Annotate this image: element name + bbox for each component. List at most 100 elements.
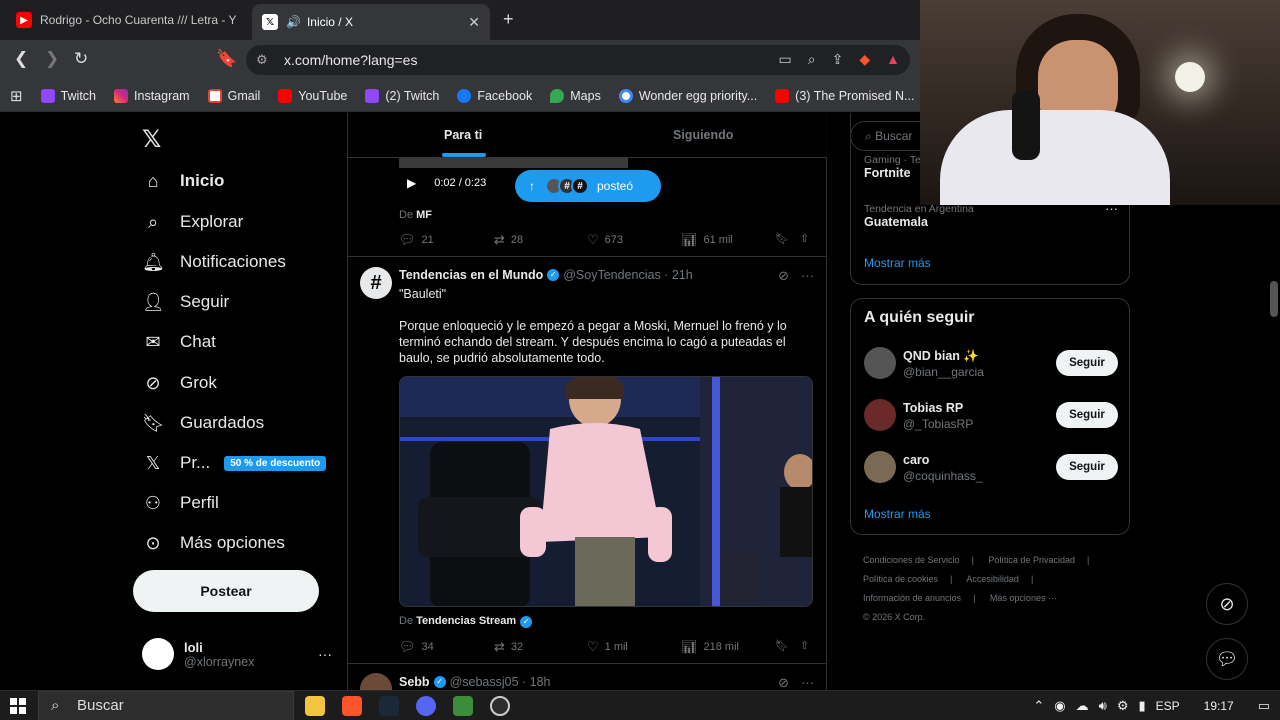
nav-explore[interactable]: ⌕ Explorar bbox=[142, 207, 243, 237]
bookmark-item[interactable]: Facebook bbox=[457, 88, 532, 103]
x-logo-icon[interactable]: 𝕏 bbox=[142, 125, 161, 154]
show-more-trends[interactable]: Mostrar más bbox=[864, 256, 931, 270]
like-button[interactable]: ♡ 673 bbox=[587, 232, 623, 248]
footer-terms[interactable]: Condiciones de Servicio bbox=[863, 555, 960, 565]
nav-follow[interactable]: 👤︎ Seguir bbox=[142, 287, 229, 317]
cloud-icon[interactable]: ☁ bbox=[1076, 698, 1089, 714]
footer-privacy[interactable]: Política de Privacidad bbox=[988, 555, 1075, 565]
obs-icon[interactable] bbox=[490, 696, 510, 716]
previous-post-video[interactable] bbox=[399, 158, 628, 168]
site-settings-icon[interactable]: ⚙ bbox=[256, 52, 268, 68]
discord-tray-icon[interactable]: ◉ bbox=[1054, 698, 1065, 714]
notifications-icon[interactable]: ▭ bbox=[1258, 698, 1270, 714]
follow-button[interactable]: Seguir bbox=[1056, 454, 1118, 480]
share-icon[interactable]: ⇧ bbox=[800, 639, 809, 652]
bookmark-icon[interactable]: 🔖︎ bbox=[775, 639, 789, 652]
bookmark-item[interactable]: Wonder egg priority... bbox=[618, 88, 757, 103]
usb-icon[interactable]: ▮ bbox=[1139, 698, 1146, 714]
chevron-up-icon[interactable]: ⌃ bbox=[1033, 698, 1044, 714]
taskbar-search[interactable]: ⌕ Buscar bbox=[38, 691, 294, 720]
nav-premium[interactable]: 𝕏 Pr... 50 % de descuento bbox=[142, 448, 327, 478]
scrollbar-thumb[interactable] bbox=[1270, 281, 1278, 317]
tab-for-you[interactable]: Para ti bbox=[444, 128, 482, 142]
tab-following[interactable]: Siguiendo bbox=[673, 128, 733, 142]
share-icon[interactable]: ⇧ bbox=[800, 232, 809, 245]
footer-more[interactable]: Más opciones ··· bbox=[990, 593, 1057, 603]
reply-button[interactable]: 💬︎ 34 bbox=[399, 639, 434, 655]
messages-float-button[interactable]: 💬︎ bbox=[1206, 638, 1248, 680]
source-link[interactable]: MF bbox=[416, 209, 432, 221]
author-name[interactable]: Sebb bbox=[399, 675, 430, 689]
nav-notifications[interactable]: 🔔︎ Notificaciones bbox=[142, 247, 286, 277]
bookmark-item[interactable]: Instagram bbox=[114, 88, 190, 103]
steam-icon[interactable] bbox=[379, 696, 399, 716]
post-video[interactable] bbox=[399, 376, 813, 607]
nav-profile[interactable]: ⚇ Perfil bbox=[142, 488, 219, 518]
more-icon[interactable]: ··· bbox=[801, 675, 814, 690]
like-button[interactable]: ♡ 1 mil bbox=[587, 639, 628, 655]
views-button[interactable]: 📊︎ 61 mil bbox=[681, 232, 733, 248]
tab-youtube[interactable]: ▶ Rodrigo - Ocho Cuarenta /// Letra - Y bbox=[6, 6, 246, 34]
zoom-icon[interactable]: ⌕ bbox=[808, 51, 816, 68]
language-indicator[interactable]: ESP bbox=[1156, 699, 1180, 713]
follow-suggestion[interactable]: Tobias RP @_TobiasRP Seguir bbox=[864, 399, 1118, 433]
windows-start-icon[interactable] bbox=[10, 698, 26, 714]
author-name[interactable]: Tendencias en el Mundo bbox=[399, 268, 543, 282]
new-posts-pill[interactable]: ↑ # # posteó bbox=[515, 170, 661, 202]
repost-button[interactable]: ⇄ 28 bbox=[494, 232, 523, 248]
trend-item[interactable]: Tendencia en Argentina Guatemala ··· bbox=[864, 201, 1118, 229]
back-button[interactable]: ❮ bbox=[14, 49, 28, 69]
bookmark-item[interactable]: YouTube bbox=[278, 88, 347, 103]
footer-accessibility[interactable]: Accesibilidad bbox=[966, 574, 1019, 584]
brave-rewards-icon[interactable]: ▲ bbox=[886, 51, 900, 68]
nav-more-options[interactable]: ⊙ Más opciones bbox=[142, 528, 284, 558]
url-text[interactable]: x.com/home?lang=es bbox=[284, 52, 417, 68]
close-tab-icon[interactable]: ✕ bbox=[468, 14, 480, 31]
repost-button[interactable]: ⇄ 32 bbox=[494, 639, 523, 655]
show-more-follow[interactable]: Mostrar más bbox=[864, 507, 931, 521]
bookmark-page-icon[interactable]: 🔖 bbox=[216, 49, 237, 69]
nav-bookmarks[interactable]: 🔖︎ Guardados bbox=[142, 408, 264, 438]
account-switcher[interactable]: loli @xlorraynex ··· bbox=[142, 638, 332, 670]
bookmark-item[interactable]: Gmail bbox=[207, 88, 260, 103]
bookmark-item[interactable]: (2) Twitch bbox=[365, 88, 439, 103]
nav-grok[interactable]: ⊘ Grok bbox=[142, 368, 216, 398]
footer-cookies[interactable]: Política de cookies bbox=[863, 574, 938, 584]
brave-icon[interactable] bbox=[342, 696, 362, 716]
tab-x-home[interactable]: 𝕏 🔊 Inicio / X ✕ bbox=[252, 4, 490, 40]
share-icon[interactable]: ⇪ bbox=[832, 51, 844, 68]
bookmark-item[interactable]: (3) The Promised N... bbox=[775, 88, 914, 103]
clock[interactable]: 19:17 bbox=[1204, 699, 1234, 713]
nav-home[interactable]: ⌂ Inicio bbox=[142, 166, 225, 196]
discord-icon[interactable] bbox=[416, 696, 436, 716]
reload-button[interactable]: ↻ bbox=[74, 49, 88, 69]
post-time[interactable]: 18h bbox=[530, 675, 551, 689]
steam-tray-icon[interactable]: ⚙ bbox=[1117, 698, 1129, 714]
post-button[interactable]: Postear bbox=[133, 570, 319, 612]
follow-suggestion[interactable]: QND bian ✨ @bian__garcia Seguir bbox=[864, 347, 1118, 381]
cast-icon[interactable]: ▭ bbox=[779, 51, 792, 68]
forward-button[interactable]: ❯ bbox=[45, 49, 59, 69]
footer-ads[interactable]: Información de anuncios bbox=[863, 593, 961, 603]
reply-button[interactable]: 💬︎ 21 bbox=[399, 232, 434, 248]
avatar[interactable]: # bbox=[360, 267, 392, 299]
grok-float-button[interactable]: ⊘ bbox=[1206, 583, 1248, 625]
bookmark-item[interactable]: Maps bbox=[550, 88, 601, 103]
grok-icon[interactable]: ⊘ bbox=[778, 268, 789, 284]
trend-item[interactable]: Gaming · Te Fortnite bbox=[864, 154, 921, 180]
grok-icon[interactable]: ⊘ bbox=[778, 675, 789, 690]
post-time[interactable]: 21h bbox=[672, 268, 693, 282]
avatar[interactable] bbox=[360, 673, 392, 690]
play-icon[interactable]: ▶ bbox=[407, 176, 416, 190]
follow-button[interactable]: Seguir bbox=[1056, 350, 1118, 376]
more-icon[interactable]: ··· bbox=[318, 646, 332, 662]
follow-suggestion[interactable]: caro @coquinhass_ Seguir bbox=[864, 451, 1118, 485]
more-icon[interactable]: ··· bbox=[801, 268, 814, 284]
author-handle[interactable]: @SoyTendencias bbox=[563, 268, 660, 282]
nav-chat[interactable]: ✉ Chat bbox=[142, 327, 215, 357]
bookmark-icon[interactable]: 🔖︎ bbox=[775, 232, 789, 245]
source-link[interactable]: Tendencias Stream bbox=[416, 615, 516, 627]
volume-icon[interactable]: 🔊︎ bbox=[1099, 698, 1107, 714]
file-explorer-icon[interactable] bbox=[305, 696, 325, 716]
apps-grid-icon[interactable]: ⊞ bbox=[10, 87, 23, 105]
